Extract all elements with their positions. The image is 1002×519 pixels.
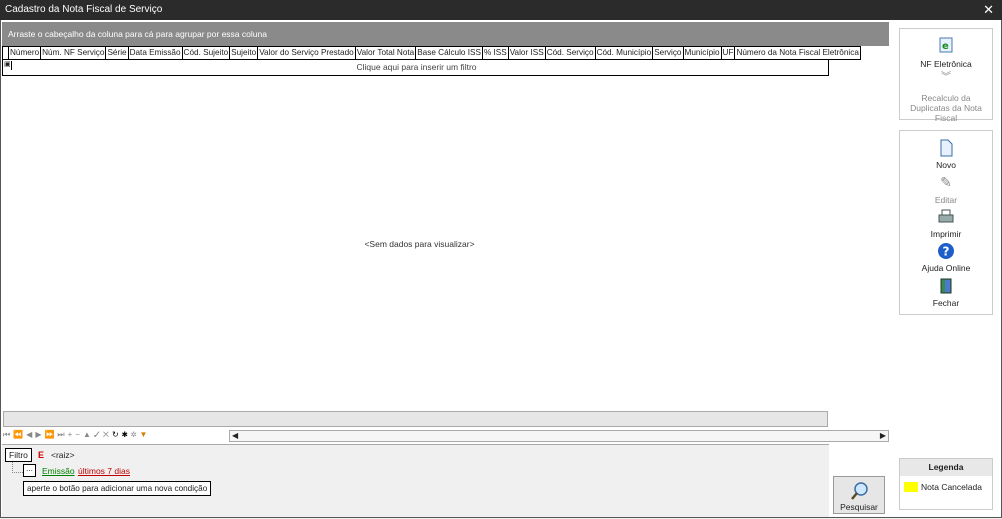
column-header[interactable]: Valor ISS xyxy=(509,47,546,59)
scroll-left-icon[interactable]: ◀ xyxy=(232,431,238,440)
title-bar: Cadastro da Nota Fiscal de Serviço ✕ xyxy=(0,0,1002,20)
svg-text:?: ? xyxy=(943,245,950,259)
legend-title: Legenda xyxy=(900,459,992,476)
exit-door-icon xyxy=(937,277,955,295)
column-header[interactable]: % ISS xyxy=(483,47,509,59)
magnifier-icon xyxy=(851,482,868,500)
legend-panel: Legenda Nota Cancelada xyxy=(899,458,993,510)
print-button[interactable]: Imprimir xyxy=(900,229,992,239)
filter-condition-link[interactable]: últimos 7 dias xyxy=(78,466,130,476)
actions-panel-top: e NF Eletrônica ︾ Recalculo da Duplicata… xyxy=(899,28,993,123)
close-icon[interactable]: ✕ xyxy=(983,2,994,18)
horizontal-scrollbar[interactable] xyxy=(3,411,828,427)
add-condition-tooltip: aperte o botão para adicionar uma nova c… xyxy=(23,481,212,496)
column-header[interactable]: Cód. Sujeito xyxy=(183,47,231,59)
column-header[interactable]: Cód. Serviço xyxy=(546,47,596,59)
nf-electronic-icon: e xyxy=(937,36,955,54)
nf-electronic-button[interactable]: NF Eletrônica xyxy=(900,59,992,69)
filter-row-text: Clique aqui para inserir um filtro xyxy=(356,62,477,72)
column-header[interactable]: Núm. NF Serviço xyxy=(41,47,107,59)
help-icon: ? xyxy=(937,242,955,260)
column-header[interactable]: Cód. Município xyxy=(596,47,654,59)
recalculate-duplicates-button[interactable]: Recalculo da Duplicatas da Nota Fiscal xyxy=(903,93,989,123)
navigator-buttons[interactable]: ⏮⏪◀▶⏩⏭+−▲✓✕↻✱✲▼ xyxy=(3,430,150,440)
filter-root[interactable]: <raiz> xyxy=(51,450,75,460)
navigator-scrollbar[interactable]: ◀ ▶ xyxy=(229,430,889,442)
double-chevron-icon: ︾ xyxy=(941,72,951,83)
printer-icon xyxy=(937,208,955,226)
column-header[interactable]: Município xyxy=(684,47,722,59)
column-header[interactable]: Base Cálculo ISS xyxy=(416,47,483,59)
legend-item-label: Nota Cancelada xyxy=(921,482,982,492)
tree-connector xyxy=(12,462,23,473)
svg-text:e: e xyxy=(942,41,949,52)
group-by-hint: Arraste o cabeçalho da coluna para cá pa… xyxy=(8,29,267,39)
column-header[interactable]: Data Emissão xyxy=(129,47,183,59)
pencil-icon: ✎ xyxy=(940,174,952,190)
group-by-panel[interactable]: Arraste o cabeçalho da coluna para cá pa… xyxy=(2,22,889,46)
scroll-right-icon[interactable]: ▶ xyxy=(880,431,886,440)
actions-panel: Novo ✎ Editar Imprimir ? Ajuda Online Fe… xyxy=(899,130,993,315)
filter-panel: Filtro E <raiz> ... Emissão últimos 7 di… xyxy=(2,444,829,517)
refresh-icon[interactable]: ↻✱ xyxy=(112,430,131,439)
online-help-button[interactable]: Ajuda Online xyxy=(900,263,992,273)
empty-message: <Sem dados para visualizar> xyxy=(364,239,475,249)
new-button[interactable]: Novo xyxy=(900,160,992,170)
search-button[interactable]: Pesquisar xyxy=(833,476,885,514)
column-header[interactable]: Valor Total Nota xyxy=(356,47,417,59)
data-grid: Número Núm. NF Serviço Série Data Emissã… xyxy=(2,46,889,410)
filter-field-link[interactable]: Emissão xyxy=(42,466,75,476)
column-header[interactable]: Sujeito xyxy=(230,47,259,59)
column-header[interactable]: Valor do Serviço Prestado xyxy=(258,47,356,59)
grid-header: Número Núm. NF Serviço Série Data Emissã… xyxy=(2,46,861,60)
window-title: Cadastro da Nota Fiscal de Serviço xyxy=(5,4,163,15)
filter-operator[interactable]: E xyxy=(38,450,44,460)
search-label: Pesquisar xyxy=(840,502,878,512)
edit-button[interactable]: Editar xyxy=(900,195,992,205)
filter-row[interactable]: ▣ Clique aqui para inserir um filtro xyxy=(2,60,829,76)
filter-label: Filtro xyxy=(5,448,32,462)
add-condition-button[interactable]: ... xyxy=(23,464,36,477)
column-header[interactable]: UF xyxy=(722,47,736,59)
column-header[interactable]: Número da Nota Fiscal Eletrônica xyxy=(735,47,859,59)
legend-swatch xyxy=(904,482,918,492)
grid-navigator: ⏮⏪◀▶⏩⏭+−▲✓✕↻✱✲▼ ◀ ▶ xyxy=(3,430,889,443)
new-document-icon xyxy=(937,139,955,157)
funnel-icon[interactable]: ▼ xyxy=(139,430,150,439)
column-header[interactable]: Série xyxy=(106,47,129,59)
column-header[interactable]: Número xyxy=(9,47,42,59)
column-header[interactable]: Serviço xyxy=(653,47,684,59)
close-button[interactable]: Fechar xyxy=(900,298,992,308)
